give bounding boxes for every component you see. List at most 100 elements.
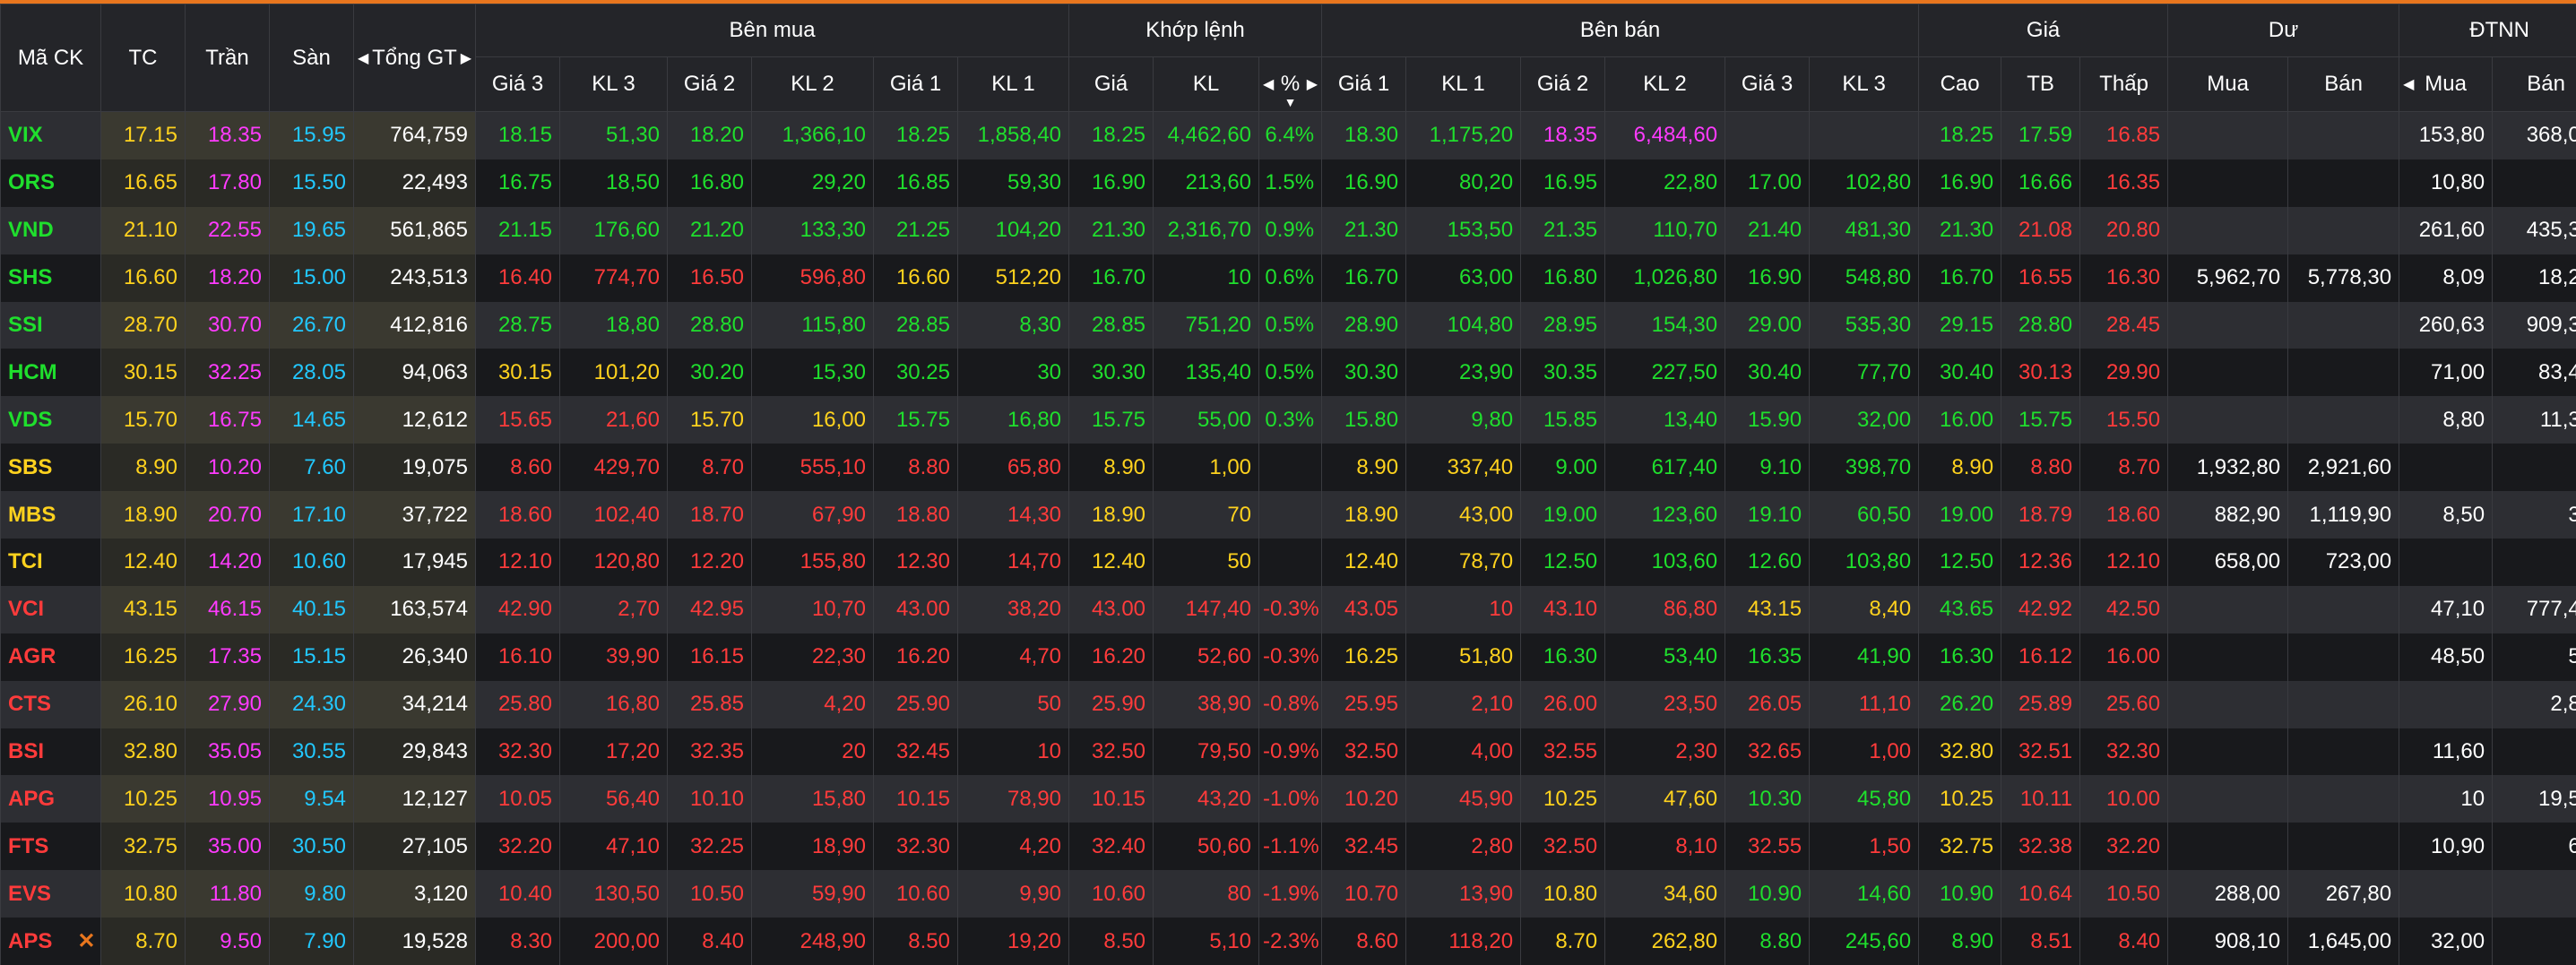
table-row[interactable]: FTS32.7535.0030.5027,10532.2047,1032.251… [1, 823, 2576, 870]
cell-foreign-sell: 50 [2493, 633, 2576, 681]
table-row[interactable]: SSI28.7030.7026.70412,81628.7518,8028.80… [1, 302, 2576, 349]
cell-match-price: 28.85 [1069, 302, 1154, 349]
header-bid-price-3[interactable]: Giá 3 [476, 57, 560, 112]
header-ask-price-2[interactable]: Giá 2 [1521, 57, 1605, 112]
header-bid-price-1[interactable]: Giá 1 [874, 57, 958, 112]
table-row[interactable]: VND21.1022.5519.65561,86521.15176,6021.2… [1, 207, 2576, 254]
cell-symbol[interactable]: VCI [1, 586, 101, 633]
sort-desc-icon[interactable]: ▼ [1284, 95, 1297, 109]
symbol-label[interactable]: FTS [8, 834, 48, 858]
symbol-label[interactable]: VCI [8, 597, 44, 621]
symbol-label[interactable]: ORS [8, 170, 55, 194]
symbol-label[interactable]: EVS [8, 882, 51, 906]
header-ask-price-1[interactable]: Giá 1 [1322, 57, 1406, 112]
symbol-label[interactable]: APS [8, 929, 52, 953]
table-row[interactable]: BSI32.8035.0530.5529,84332.3017,2032.352… [1, 728, 2576, 776]
cell-remain-sell: 1,645,00 [2288, 918, 2399, 965]
header-remain-buy[interactable]: Mua [2168, 57, 2288, 112]
cell-symbol[interactable]: SBS [1, 444, 101, 491]
symbol-label[interactable]: VND [8, 218, 54, 242]
cell-avg: 18.79 [2001, 491, 2080, 539]
table-row[interactable]: VCI43.1546.1540.15163,57442.902,7042.951… [1, 586, 2576, 633]
cell-symbol[interactable]: HCM [1, 349, 101, 396]
table-row[interactable]: SHS16.6018.2015.00243,51316.40774,7016.5… [1, 254, 2576, 302]
header-total-value[interactable]: ◀ Tổng GT ▶ [354, 4, 476, 112]
header-ask-vol-1[interactable]: KL 1 [1406, 57, 1521, 112]
table-row[interactable]: APG10.2510.959.5412,12710.0556,4010.1015… [1, 775, 2576, 823]
cell-symbol[interactable]: MBS [1, 491, 101, 539]
caret-right-icon[interactable]: ▶ [1307, 75, 1318, 93]
table-row[interactable]: CTS26.1027.9024.3034,21425.8016,8025.854… [1, 681, 2576, 728]
header-bid-vol-3[interactable]: KL 3 [560, 57, 668, 112]
symbol-label[interactable]: APG [8, 787, 55, 811]
cell-bid-price-1: 16.20 [874, 633, 958, 681]
header-match-vol[interactable]: KL [1154, 57, 1259, 112]
table-row[interactable]: HCM30.1532.2528.0594,06330.15101,2030.20… [1, 349, 2576, 396]
header-foreign-sell[interactable]: Bán ▶ [2493, 57, 2576, 112]
header-match-price[interactable]: Giá [1069, 57, 1154, 112]
cell-remain-sell [2288, 823, 2399, 870]
cell-low: 20.80 [2080, 207, 2168, 254]
symbol-label[interactable]: SHS [8, 265, 52, 289]
cell-symbol[interactable]: VND [1, 207, 101, 254]
cell-symbol[interactable]: APG [1, 775, 101, 823]
cell-symbol[interactable]: EVS [1, 870, 101, 918]
header-ref[interactable]: TC [101, 4, 186, 112]
cell-symbol[interactable]: SHS [1, 254, 101, 302]
cell-symbol[interactable]: TCI [1, 539, 101, 586]
cell-symbol[interactable]: ORS [1, 159, 101, 207]
caret-left-icon[interactable]: ◀ [1263, 75, 1274, 93]
header-ask-vol-3[interactable]: KL 3 [1810, 57, 1919, 112]
header-avg[interactable]: TB [2001, 57, 2080, 112]
header-high[interactable]: Cao [1919, 57, 2001, 112]
caret-left-icon[interactable]: ◀ [358, 49, 368, 67]
header-remain-sell[interactable]: Bán [2288, 57, 2399, 112]
symbol-label[interactable]: BSI [8, 739, 44, 763]
header-foreign-buy[interactable]: ◀ Mua [2399, 57, 2493, 112]
symbol-label[interactable]: VIX [8, 123, 43, 147]
symbol-label[interactable]: HCM [8, 360, 57, 384]
cell-symbol[interactable]: CTS [1, 681, 101, 728]
cell-bid-price-2: 16.50 [668, 254, 752, 302]
close-icon[interactable]: ✕ [77, 929, 95, 953]
cell-symbol[interactable]: FTS [1, 823, 101, 870]
cell-symbol[interactable]: APS ✕ [1, 918, 101, 965]
header-ask-price-3[interactable]: Giá 3 [1725, 57, 1810, 112]
table-row[interactable]: ORS16.6517.8015.5022,49316.7518,5016.802… [1, 159, 2576, 207]
header-bid-vol-1[interactable]: KL 1 [958, 57, 1069, 112]
symbol-label[interactable]: AGR [8, 644, 56, 668]
table-row[interactable]: MBS18.9020.7017.1037,72218.60102,4018.70… [1, 491, 2576, 539]
header-ask-vol-2[interactable]: KL 2 [1605, 57, 1725, 112]
symbol-label[interactable]: SSI [8, 313, 43, 337]
cell-ref: 12.40 [101, 539, 186, 586]
symbol-label[interactable]: SBS [8, 455, 52, 479]
cell-high: 16.30 [1919, 633, 2001, 681]
header-ceil[interactable]: Trần [186, 4, 270, 112]
cell-symbol[interactable]: SSI [1, 302, 101, 349]
header-floor[interactable]: Sàn [270, 4, 354, 112]
table-row[interactable]: EVS10.8011.809.803,12010.40130,5010.5059… [1, 870, 2576, 918]
cell-symbol[interactable]: VDS [1, 396, 101, 444]
header-bid-vol-2[interactable]: KL 2 [752, 57, 874, 112]
symbol-label[interactable]: CTS [8, 692, 51, 716]
table-row[interactable]: VDS15.7016.7514.6512,61215.6521,6015.701… [1, 396, 2576, 444]
header-match-percent[interactable]: ◀ % ▶ ▼ [1259, 57, 1322, 112]
cell-ask-vol-3: 103,80 [1810, 539, 1919, 586]
table-row[interactable]: TCI12.4014.2010.6017,94512.10120,8012.20… [1, 539, 2576, 586]
table-row[interactable]: VIX17.1518.3515.95764,75918.1551,3018.20… [1, 112, 2576, 159]
cell-symbol[interactable]: AGR [1, 633, 101, 681]
header-symbol[interactable]: Mã CK [1, 4, 101, 112]
header-bid-price-2[interactable]: Giá 2 [668, 57, 752, 112]
cell-symbol[interactable]: BSI [1, 728, 101, 776]
symbol-label[interactable]: TCI [8, 549, 43, 573]
caret-left-icon[interactable]: ◀ [2403, 75, 2414, 93]
table-row[interactable]: APS✕8.709.507.9019,5288.30200,008.40248,… [1, 918, 2576, 965]
table-row[interactable]: AGR16.2517.3515.1526,34016.1039,9016.152… [1, 633, 2576, 681]
symbol-label[interactable]: MBS [8, 503, 56, 527]
cell-ask-price-2: 10.25 [1521, 775, 1605, 823]
caret-right-icon[interactable]: ▶ [461, 49, 471, 67]
header-low[interactable]: Thấp [2080, 57, 2168, 112]
cell-symbol[interactable]: VIX [1, 112, 101, 159]
symbol-label[interactable]: VDS [8, 408, 52, 432]
table-row[interactable]: SBS8.9010.207.6019,0758.60429,708.70555,… [1, 444, 2576, 491]
